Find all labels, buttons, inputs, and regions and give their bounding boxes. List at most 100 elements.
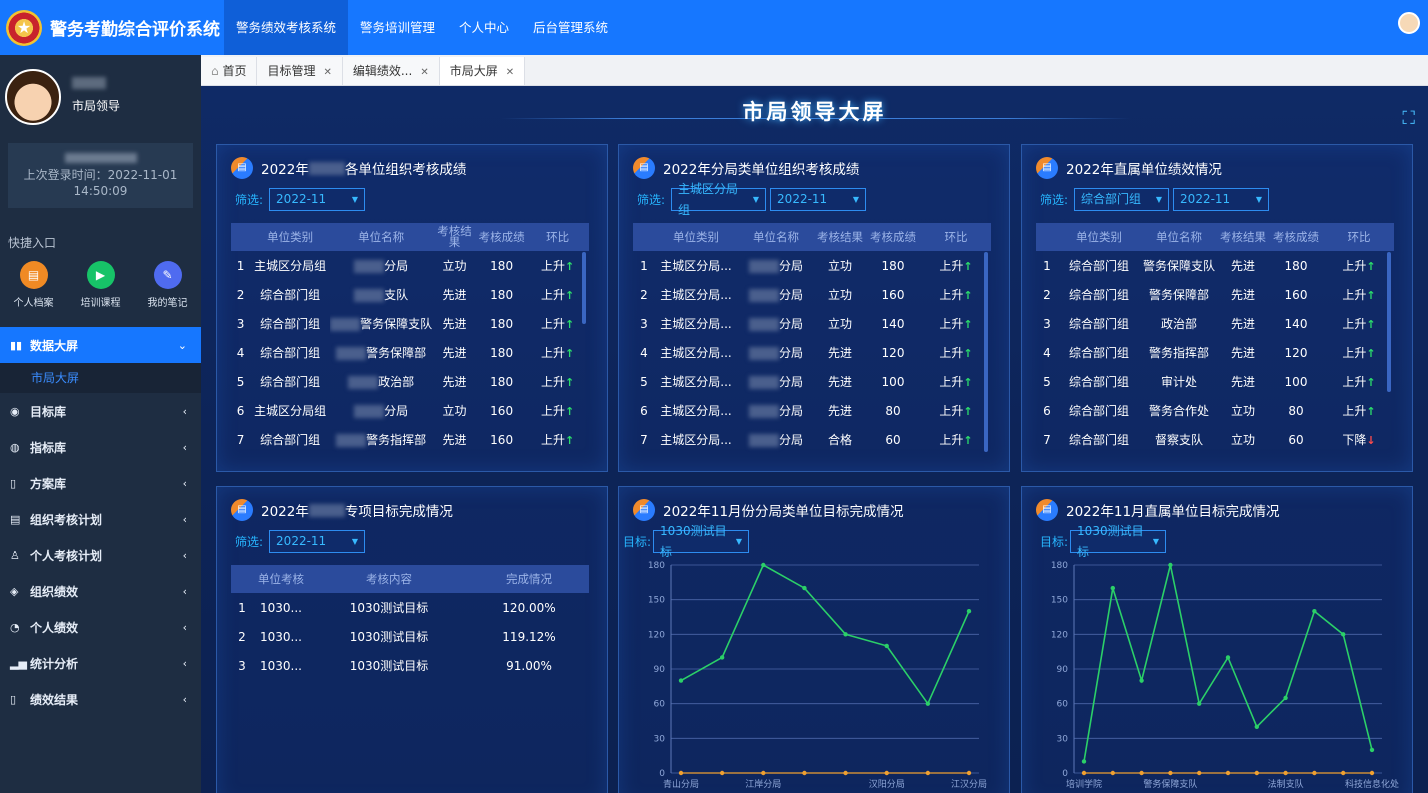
target-select[interactable]: 1030测试目标 ▼	[1070, 524, 1167, 559]
person-icon: ♙	[10, 548, 20, 562]
date-select[interactable]: 2022-11 ▼	[269, 530, 366, 553]
tab-label: 市局大屏	[449, 64, 498, 78]
menu-org-perf[interactable]: ◈ 组织绩效 ‹	[0, 573, 201, 609]
table-cell: 上升↑	[1324, 338, 1394, 367]
menu-indicator-lib[interactable]: ◍ 指标库 ‹	[0, 429, 201, 465]
table-cell: 立功	[1218, 396, 1268, 425]
close-icon[interactable]: ✕	[323, 67, 331, 78]
scores-table: 单位类别 单位名称 考核结果 考核成绩 环比 1 综合部门组 警务保障支队 先进 180 上升↑ 2…	[1036, 223, 1394, 454]
menu-results[interactable]: ▯ 绩效结果 ‹	[0, 681, 201, 717]
cell-text: 3	[236, 316, 245, 331]
cell-text: 主城区分局组	[254, 259, 327, 273]
table-cell: 综合部门组	[250, 280, 330, 309]
menu-stats[interactable]: ▂▅ 统计分析 ‹	[0, 645, 201, 681]
table-cell: 分局	[737, 309, 815, 338]
menu-plan-lib[interactable]: ▯ 方案库 ‹	[0, 465, 201, 501]
redacted	[336, 347, 367, 360]
title-part: 专项目标完成情况	[344, 504, 453, 520]
y-tick-label: 60	[654, 700, 666, 710]
table-cell: 120	[865, 338, 921, 367]
cell-text: 119.12%	[502, 629, 556, 644]
cell-text: 综合部门组	[1068, 288, 1129, 302]
table-row: 7 综合部门组 警务指挥部 先进 160 上升↑	[231, 425, 589, 454]
cell-text: 督察支队	[1154, 433, 1203, 447]
table-cell: 2	[231, 622, 253, 651]
cell-text: 警务保障部	[1148, 288, 1209, 302]
close-icon[interactable]: ✕	[506, 67, 514, 78]
cell-text: 2	[236, 287, 245, 302]
scrollbar[interactable]	[1387, 252, 1391, 392]
group-select[interactable]: 主城区分局组 ▼	[671, 182, 767, 217]
topnav-personal[interactable]: 个人中心	[447, 0, 521, 55]
tab-home[interactable]: ⌂ 首页	[201, 57, 258, 85]
submenu-city-screen[interactable]: 市局大屏	[0, 363, 201, 393]
user-avatar-icon[interactable]	[1398, 12, 1420, 34]
quick-item-courses[interactable]: ▶ 培训课程	[67, 261, 134, 309]
cell-text: 警务保障支队	[360, 317, 433, 331]
quick-item-archive[interactable]: ▤ 个人档案	[0, 261, 67, 309]
date-select[interactable]: 2022-11 ▼	[269, 188, 366, 211]
redacted	[308, 161, 345, 175]
title-part: 2022年	[261, 504, 309, 520]
tab-edit-perf[interactable]: 编辑绩效... ✕	[342, 57, 440, 85]
table-cell: 1	[633, 251, 655, 280]
target-icon: ◉	[10, 404, 20, 418]
scrollbar[interactable]	[984, 252, 988, 452]
tab-bar: ⌂ 首页 目标管理 ✕ 编辑绩效... ✕ 市局大屏 ✕	[201, 55, 1428, 86]
menu-target-lib[interactable]: ◉ 目标库 ‹	[0, 393, 201, 429]
table-cell: 先进	[815, 367, 865, 396]
data-point	[678, 770, 684, 776]
cell-text: 分局	[384, 259, 409, 273]
arrow-up-icon: ↑	[963, 260, 973, 273]
cell-text: 支队	[384, 288, 409, 302]
table-cell: 180	[477, 280, 526, 309]
arrow-up-icon: ↑	[963, 318, 973, 331]
panel-title: ▤ 2022年分局类单位组织考核成绩	[633, 157, 859, 179]
close-icon[interactable]: ✕	[420, 67, 428, 78]
fullscreen-icon[interactable]: ⛶	[1402, 108, 1415, 129]
tab-city-screen[interactable]: 市局大屏 ✕	[439, 57, 526, 85]
table-cell: 180	[1268, 251, 1324, 280]
menu-person-perf[interactable]: ◔ 个人绩效 ‹	[0, 609, 201, 645]
table-cell: 上升↑	[526, 338, 589, 367]
group-select[interactable]: 综合部门组 ▼	[1074, 188, 1170, 211]
topnav-admin[interactable]: 后台管理系统	[521, 0, 620, 55]
table-cell: 综合部门组	[1058, 425, 1140, 454]
table-cell: 5	[231, 367, 250, 396]
table-cell: 上升↑	[526, 396, 589, 425]
date-select[interactable]: 2022-11 ▼	[1173, 188, 1270, 211]
table-cell: 1030...	[253, 622, 309, 651]
cell-text: 3	[640, 316, 648, 331]
redacted	[748, 260, 779, 273]
table-cell: 3	[231, 651, 253, 680]
cell-text: 2	[1043, 287, 1051, 302]
table-cell: 先进	[1218, 280, 1268, 309]
menu-data-screen[interactable]: ▮▮ 数据大屏 ⌄	[0, 327, 201, 363]
arrow-up-icon: ↑	[1366, 405, 1376, 418]
cell-text: 上升	[1342, 404, 1367, 418]
data-point	[1369, 770, 1375, 776]
date-select[interactable]: 2022-11 ▼	[770, 188, 867, 211]
target-label: 目标:	[623, 535, 652, 549]
cell-text: 6	[236, 403, 245, 418]
quick-entry: ▤ 个人档案 ▶ 培训课程 ✎ 我的笔记	[0, 261, 201, 309]
cell-text: 1030...	[260, 600, 302, 615]
quick-item-notes[interactable]: ✎ 我的笔记	[134, 261, 201, 309]
topnav-training[interactable]: 警务培训管理	[348, 0, 447, 55]
cell-text: 80	[1288, 403, 1304, 418]
redacted	[336, 434, 367, 447]
table-cell: 主城区分局...	[655, 280, 737, 309]
topnav-performance[interactable]: 警务绩效考核系统	[224, 0, 349, 55]
panel-title: ▤ 2022年 各单位组织考核成绩	[231, 157, 466, 179]
tab-target-mgmt[interactable]: 目标管理 ✕	[257, 57, 343, 85]
cell-text: 91.00%	[506, 658, 552, 673]
cell-text: 80	[885, 403, 901, 418]
select-value: 2022-11	[777, 192, 828, 206]
target-select[interactable]: 1030测试目标 ▼	[653, 524, 750, 559]
menu-person-plan[interactable]: ♙ 个人考核计划 ‹	[0, 537, 201, 573]
cell-text: 审计处	[1160, 375, 1197, 389]
cell-text: 5	[640, 374, 648, 389]
caret-down-icon: ▼	[752, 195, 760, 204]
menu-org-plan[interactable]: ▤ 组织考核计划 ‹	[0, 501, 201, 537]
scrollbar[interactable]	[582, 252, 586, 324]
